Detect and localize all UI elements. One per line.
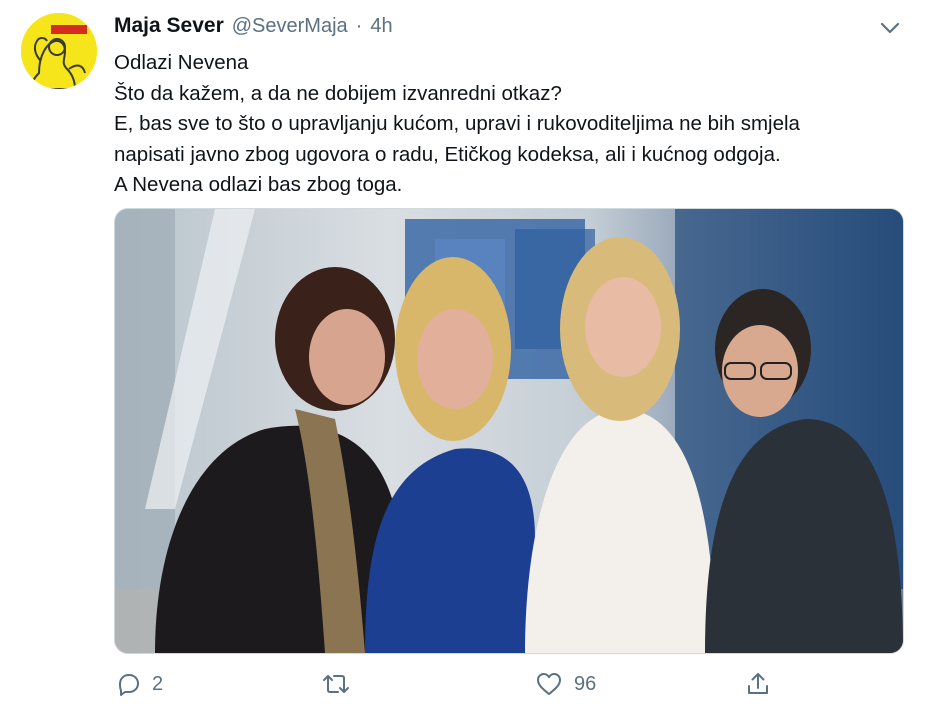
tweet-timestamp[interactable]: 4h: [370, 15, 392, 38]
tweet-header: Maja Sever @SeverMaja · 4h: [114, 14, 393, 44]
reply-icon: [119, 674, 139, 696]
tweet-text-line: Odlazi Nevena: [114, 51, 249, 74]
group-photo-icon: [115, 209, 903, 653]
more-options-button[interactable]: [876, 16, 904, 40]
share-icon: [748, 673, 768, 694]
author-avatar[interactable]: [21, 13, 97, 89]
retweet-button[interactable]: [320, 668, 362, 700]
like-count: 96: [574, 672, 597, 695]
like-button[interactable]: 96: [534, 668, 596, 700]
tweet-actions: 2 96: [114, 668, 904, 700]
share-button[interactable]: [744, 668, 772, 700]
tweet-photo[interactable]: [114, 208, 904, 654]
tweet-text-line: E, bas sve to što o upravljanju kućom, u…: [114, 112, 800, 135]
reply-button[interactable]: 2: [114, 668, 163, 700]
separator-dot: ·: [355, 15, 363, 37]
tweet[interactable]: Maja Sever @SeverMaja · 4h Odlazi Nevena…: [0, 0, 940, 707]
tweet-text-line: Što da kažem, a da ne dobijem izvanredni…: [114, 81, 562, 105]
tweet-text: Odlazi Nevena Što da kažem, a da ne dobi…: [114, 48, 914, 201]
tweet-text-line: napisati javno zbog ugovora o radu, Etič…: [114, 142, 781, 166]
author-name[interactable]: Maja Sever: [114, 14, 224, 38]
heart-icon: [537, 673, 561, 695]
author-handle[interactable]: @SeverMaja: [232, 15, 348, 38]
riveter-poster-avatar-icon: [21, 13, 97, 89]
retweet-icon: [323, 675, 349, 693]
tweet-text-line: A Nevena odlazi bas zbog toga.: [114, 173, 403, 196]
chevron-down-icon: [880, 22, 900, 34]
reply-count: 2: [152, 672, 164, 695]
